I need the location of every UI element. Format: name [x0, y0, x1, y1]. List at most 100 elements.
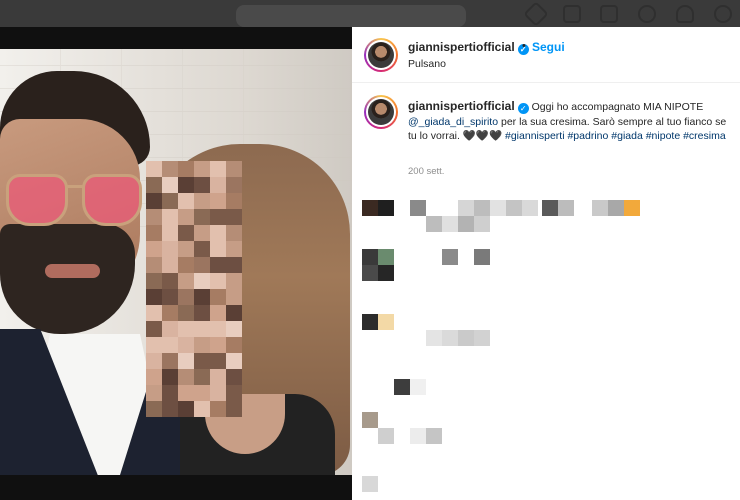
- separator-dot: •: [522, 40, 526, 52]
- mosaic-pixel: [178, 161, 194, 177]
- messenger-icon[interactable]: [563, 5, 581, 23]
- mosaic-pixel: [194, 305, 210, 321]
- explore-icon[interactable]: [638, 5, 656, 23]
- verified-badge-icon: ✓: [517, 103, 529, 114]
- mosaic-pixel: [162, 209, 178, 225]
- mosaic-pixel: [162, 225, 178, 241]
- mosaic-pixel: [162, 273, 178, 289]
- censored-comment-block: [474, 216, 490, 232]
- mosaic-pixel: [178, 337, 194, 353]
- mosaic-pixel: [226, 209, 242, 225]
- mosaic-pixel: [210, 241, 226, 257]
- mosaic-pixel: [178, 209, 194, 225]
- mosaic-pixel: [194, 257, 210, 273]
- home-icon[interactable]: [523, 1, 549, 27]
- mosaic-pixel: [194, 369, 210, 385]
- mosaic-pixel: [146, 385, 162, 401]
- mosaic-pixel: [194, 193, 210, 209]
- censored-comment-block: [608, 200, 624, 216]
- mosaic-pixel: [178, 353, 194, 369]
- censored-comment-block: [426, 216, 442, 232]
- sunglasses-bridge: [66, 185, 84, 188]
- censored-comment-block: [592, 200, 608, 216]
- mosaic-pixel: [178, 225, 194, 241]
- censored-comment-block: [490, 200, 506, 216]
- mosaic-pixel: [226, 321, 242, 337]
- censored-comment-block: [474, 330, 490, 346]
- mosaic-pixel: [210, 337, 226, 353]
- censored-comment-block: [426, 428, 442, 444]
- mosaic-pixel: [194, 161, 210, 177]
- avatar[interactable]: [364, 38, 398, 72]
- mosaic-pixel: [210, 289, 226, 305]
- mosaic-pixel: [210, 209, 226, 225]
- caption-avatar[interactable]: [364, 95, 398, 129]
- mosaic-pixel: [146, 257, 162, 273]
- hashtag-link[interactable]: #cresima: [683, 130, 726, 142]
- post-author[interactable]: giannispertiofficial ✓: [408, 40, 529, 55]
- censored-comment-block: [362, 200, 378, 216]
- search-input[interactable]: [236, 5, 466, 27]
- mosaic-pixel: [178, 305, 194, 321]
- censored-comment-block: [378, 249, 394, 265]
- mosaic-pixel: [226, 177, 242, 193]
- mosaic-pixel: [210, 273, 226, 289]
- censored-comment-block: [362, 412, 378, 428]
- new-post-icon[interactable]: [600, 5, 618, 23]
- post-photo[interactable]: [0, 49, 352, 475]
- username-text[interactable]: giannispertiofficial: [408, 40, 515, 54]
- censored-comment-block: [378, 265, 394, 281]
- post-caption: giannispertiofficial ✓ Oggi ho accompagna…: [408, 99, 728, 144]
- mosaic-pixel: [146, 177, 162, 193]
- mosaic-pixel: [146, 209, 162, 225]
- caption-text: Oggi ho accompagnato MIA NIPOTE: [531, 101, 704, 113]
- mosaic-pixel: [178, 257, 194, 273]
- hashtag-link[interactable]: #giada: [611, 130, 643, 142]
- mosaic-pixel: [146, 321, 162, 337]
- censored-comment-block: [474, 249, 490, 265]
- location-link[interactable]: Pulsano: [408, 58, 446, 70]
- mosaic-pixel: [146, 241, 162, 257]
- censored-comment-block: [362, 314, 378, 330]
- censored-comment-block: [624, 200, 640, 216]
- mosaic-pixel: [226, 257, 242, 273]
- censored-comment-block: [442, 216, 458, 232]
- hashtag-link[interactable]: #padrino: [567, 130, 608, 142]
- mosaic-pixel: [210, 305, 226, 321]
- mosaic-pixel: [210, 193, 226, 209]
- sunglasses-left-lens: [6, 174, 68, 226]
- mosaic-pixel: [194, 273, 210, 289]
- mosaic-pixel: [146, 401, 162, 417]
- mosaic-pixel: [162, 353, 178, 369]
- hashtag-link[interactable]: #nipote: [646, 130, 680, 142]
- hashtag-link[interactable]: #giannisperti: [505, 130, 565, 142]
- mention-link[interactable]: @_giada_di_spirito: [408, 116, 498, 128]
- mosaic-pixel: [162, 289, 178, 305]
- follow-button[interactable]: Segui: [532, 40, 565, 54]
- censored-comment-block: [426, 330, 442, 346]
- post-timestamp[interactable]: 200 sett.: [408, 166, 444, 177]
- mosaic-pixel: [146, 273, 162, 289]
- mosaic-pixel: [162, 369, 178, 385]
- mosaic-pixel: [178, 321, 194, 337]
- censored-comment-block: [362, 476, 378, 492]
- mosaic-pixel: [210, 385, 226, 401]
- mosaic-pixel: [226, 241, 242, 257]
- mosaic-pixel: [226, 305, 242, 321]
- mosaic-pixel: [226, 289, 242, 305]
- censored-comment-block: [442, 330, 458, 346]
- mosaic-pixel: [162, 401, 178, 417]
- mosaic-pixel: [226, 273, 242, 289]
- mosaic-pixel: [194, 385, 210, 401]
- mosaic-pixel: [194, 241, 210, 257]
- mosaic-pixel: [162, 241, 178, 257]
- censored-comment-block: [458, 200, 474, 216]
- heart-icon[interactable]: [676, 5, 694, 23]
- censored-comment-block: [362, 249, 378, 265]
- mosaic-pixel: [210, 177, 226, 193]
- caption-username[interactable]: giannispertiofficial: [408, 99, 515, 113]
- censored-comment-block: [442, 249, 458, 265]
- profile-icon[interactable]: [714, 5, 732, 23]
- mosaic-pixel: [146, 353, 162, 369]
- censored-comments-area: [352, 192, 740, 500]
